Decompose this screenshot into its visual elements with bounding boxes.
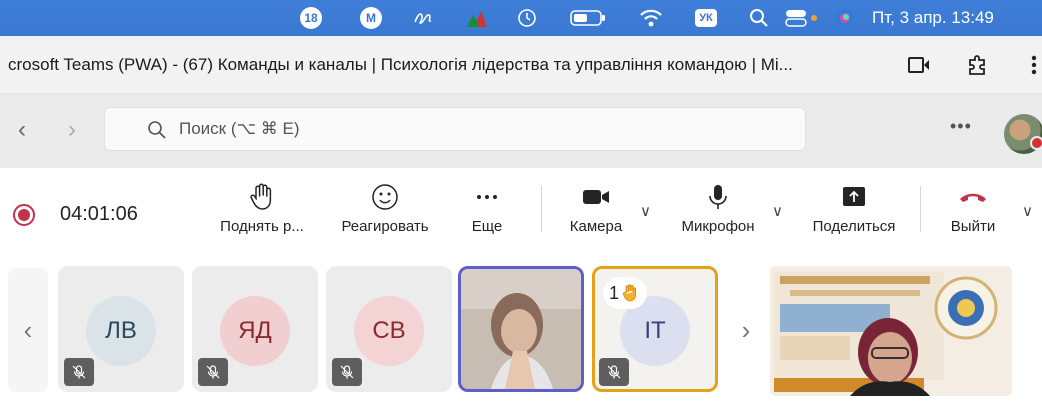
share-button[interactable]: Поделиться (800, 182, 908, 252)
share-screen-icon (843, 187, 865, 206)
participant-tile[interactable]: ЯД (192, 266, 318, 392)
raised-hand-badge: 1 (603, 277, 648, 309)
leave-button[interactable]: Выйти (938, 182, 1008, 252)
mic-off-icon (599, 358, 629, 386)
participant-initials: ЯД (220, 296, 290, 366)
camera-options-chevron-icon[interactable]: ∨ (640, 202, 651, 220)
microphone-options-chevron-icon[interactable]: ∨ (772, 202, 783, 220)
raise-hand-button[interactable]: Поднять р... (212, 182, 312, 252)
leave-label: Выйти (950, 218, 996, 235)
shared-content-tile[interactable] (770, 266, 1012, 396)
participant-initials: ЛВ (86, 296, 156, 366)
call-timer: 04:01:06 (60, 203, 138, 225)
more-dots-icon (477, 195, 497, 199)
clock-text: Пт, 3 апр. 13:49 (872, 8, 994, 27)
camera-button[interactable]: Камера (558, 182, 634, 252)
extensions-icon[interactable] (962, 50, 992, 80)
participant-tile[interactable]: ІТ 1 (592, 266, 718, 392)
clock[interactable]: Пт, 3 апр. 13:49 (872, 0, 1040, 36)
siri-icon[interactable] (830, 0, 860, 36)
participant-video-tile[interactable] (458, 266, 584, 392)
microphone-button[interactable]: Микрофон (670, 182, 766, 252)
activity-chart-icon[interactable] (462, 0, 492, 36)
notification-badge: 18 (300, 7, 322, 29)
mic-off-icon (198, 358, 228, 386)
participant-strip: ‹ ЛВ ЯД СВ ІТ 1 › (0, 256, 1042, 401)
search-box[interactable] (104, 107, 806, 151)
more-menu-icon[interactable] (1026, 50, 1042, 80)
raised-hand-icon (621, 283, 641, 303)
spotlight-search-icon[interactable] (744, 0, 774, 36)
teams-header: ‹ › ••• (0, 94, 1042, 168)
time-machine-icon[interactable] (512, 0, 542, 36)
signature-icon[interactable] (408, 0, 438, 36)
microphone-label: Микрофон (681, 218, 755, 235)
control-center-icon[interactable] (782, 0, 826, 36)
toolbar-divider (920, 186, 921, 232)
hand-icon (250, 183, 272, 210)
call-toolbar: 04:01:06 Поднять р... Реагировать Еще Ка… (0, 168, 1042, 256)
search-input[interactable] (179, 119, 779, 139)
hand-order-number: 1 (609, 282, 620, 303)
back-arrow-icon[interactable]: ‹ (18, 116, 26, 144)
smiley-icon (372, 184, 398, 210)
scroll-right-button[interactable]: › (726, 268, 766, 392)
forward-arrow-icon[interactable]: › (68, 116, 76, 144)
leave-options-chevron-icon[interactable]: ∨ (1022, 202, 1033, 220)
m-app-icon[interactable]: M (356, 0, 386, 36)
share-label: Поделиться (812, 218, 896, 235)
mic-off-icon (332, 358, 362, 386)
window-title: crosoft Teams (PWA) - (67) Команды и кан… (8, 55, 793, 74)
camera-label: Камера (569, 218, 623, 235)
participant-tile[interactable]: СВ (326, 266, 452, 392)
more-actions-button[interactable]: Еще (462, 182, 512, 252)
window-titlebar: crosoft Teams (PWA) - (67) Команды и кан… (0, 36, 1042, 94)
keyboard-layout-label: УК (695, 9, 717, 27)
battery-icon[interactable] (566, 0, 610, 36)
macos-menubar: 18 M УК Пт, 3 апр. 13:49 (0, 0, 1042, 36)
search-icon (148, 121, 166, 139)
microphone-icon (709, 185, 727, 209)
participant-initials: СВ (354, 296, 424, 366)
participant-video (461, 269, 581, 389)
open-in-app-icon[interactable] (904, 50, 934, 80)
react-button[interactable]: Реагировать (330, 182, 440, 252)
telegram-icon[interactable]: 18 (296, 0, 326, 36)
m-app-letter: M (360, 7, 382, 29)
recording-icon (13, 204, 35, 226)
wifi-icon[interactable] (636, 0, 666, 36)
toolbar-divider (541, 186, 542, 232)
presence-busy-icon (1030, 136, 1042, 150)
settings-and-more-icon[interactable]: ••• (950, 116, 972, 137)
mic-off-icon (64, 358, 94, 386)
participant-tile[interactable]: ЛВ (58, 266, 184, 392)
shared-screen-preview (770, 266, 1012, 396)
hang-up-icon (960, 193, 986, 202)
react-label: Реагировать (341, 218, 429, 235)
scroll-left-button[interactable]: ‹ (8, 268, 48, 392)
more-label: Еще (471, 218, 503, 235)
keyboard-layout-indicator[interactable]: УК (690, 0, 722, 36)
raise-hand-label: Поднять р... (220, 218, 304, 235)
camera-icon (583, 190, 609, 204)
